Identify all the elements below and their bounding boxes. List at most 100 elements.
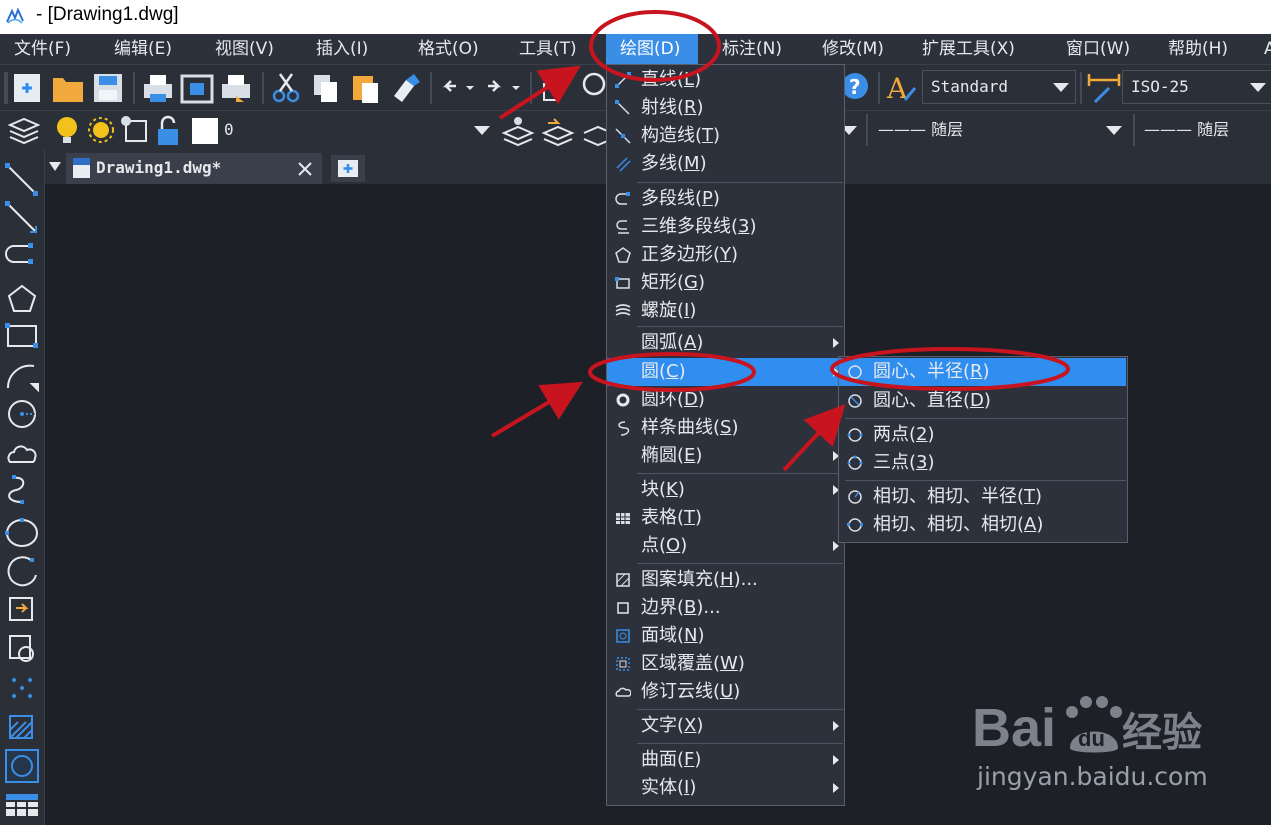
linetype-select[interactable]: ——— 随层 <box>874 116 1128 144</box>
layer-color-swatch[interactable] <box>192 118 218 144</box>
draw-menu-item-3d-polyline[interactable]: 三维多段线(3) <box>607 213 843 241</box>
menu-item-format[interactable]: 格式(O) <box>418 34 479 64</box>
layer-unlock-icon[interactable] <box>158 115 178 145</box>
new-file-icon[interactable] <box>14 74 40 102</box>
redo-icon[interactable] <box>488 80 520 92</box>
draw-menu-item-rectangle[interactable]: 矩形(G) <box>607 269 843 297</box>
circle-submenu-item-three-point[interactable]: 三点(3) <box>839 449 1126 477</box>
polygon-tool-icon[interactable] <box>7 284 37 312</box>
draw-menu-item-arc[interactable]: 圆弧(A) <box>607 329 843 357</box>
help-icon[interactable]: ? <box>843 73 868 99</box>
print-preview-icon[interactable] <box>180 74 214 104</box>
circle-submenu-item-center-diameter[interactable]: 圆心、直径(D) <box>839 387 1126 415</box>
menu-item-view[interactable]: 视图(V) <box>215 34 274 64</box>
circle-submenu-item-center-radius[interactable]: 圆心、半径(R) <box>839 358 1126 386</box>
layer-manager-icon[interactable] <box>7 117 41 145</box>
draw-menu-item-spline[interactable]: 样条曲线(S) <box>607 414 843 442</box>
draw-menu-item-label: 表格(T) <box>641 507 703 528</box>
draw-menu-item-ellipse[interactable]: 椭圆(E) <box>607 442 843 470</box>
layer-on-bulb-icon[interactable] <box>57 117 77 143</box>
match-properties-icon[interactable] <box>394 74 420 102</box>
circle-submenu-item-tan-tan-tan[interactable]: 相切、相切、相切(A) <box>839 511 1126 539</box>
menu-item-window[interactable]: 窗口(W) <box>1066 34 1130 64</box>
menu-separator <box>845 480 1126 481</box>
menu-item-modify[interactable]: 修改(M) <box>822 34 884 64</box>
rectangle-tool-icon[interactable] <box>5 323 38 348</box>
draw-menu-item-polyline[interactable]: 多段线(P) <box>607 185 843 213</box>
ray-tool-icon[interactable] <box>5 201 37 233</box>
menu-item-tools[interactable]: 工具(T) <box>519 34 577 64</box>
draw-menu-item-label: 多线(M) <box>641 153 707 174</box>
draw-menu-item-circle[interactable]: 圆(C) <box>607 358 843 386</box>
draw-menu-item-region[interactable]: 面域(N) <box>607 622 843 650</box>
menu-item-draw[interactable]: 绘图(D) <box>606 34 698 64</box>
menu-item-help[interactable]: 帮助(H) <box>1168 34 1228 64</box>
menu-item-edit[interactable]: 编辑(E) <box>114 34 172 64</box>
line-tool-icon[interactable] <box>5 163 38 196</box>
draw-menu-item-mline[interactable]: 多线(M) <box>607 150 843 178</box>
menu-item-file[interactable]: 文件(F) <box>14 34 71 64</box>
save-icon[interactable] <box>94 74 122 102</box>
copy-icon[interactable] <box>314 75 337 102</box>
draw-menu-item-point[interactable]: 点(O) <box>607 532 843 560</box>
hatch-tool-icon[interactable] <box>9 715 33 739</box>
draw-menu-item-block[interactable]: 块(K) <box>607 476 843 504</box>
make-block-tool-icon[interactable] <box>9 635 34 662</box>
insert-block-tool-icon[interactable] <box>9 597 33 621</box>
draw-menu-item-solid[interactable]: 实体(I) <box>607 774 843 802</box>
layer-select[interactable]: 0 <box>220 116 496 144</box>
ellipse-tool-icon[interactable] <box>5 518 38 547</box>
close-tab-icon[interactable] <box>297 161 313 177</box>
menu-item-insert[interactable]: 插入(I) <box>316 34 368 64</box>
draw-menu-item-table[interactable]: 表格(T) <box>607 504 843 532</box>
color-select[interactable] <box>841 116 863 144</box>
3d-polyline-icon <box>616 220 629 234</box>
draw-menu-item-boundary[interactable]: 边界(B)... <box>607 594 843 622</box>
open-folder-icon[interactable] <box>53 78 83 102</box>
circle-submenu-item-tan-tan-radius[interactable]: 相切、相切、半径(T) <box>839 483 1126 511</box>
draw-menu-item-donut[interactable]: 圆环(D) <box>607 386 843 414</box>
cut-icon[interactable] <box>272 73 300 103</box>
layer-freeze-sun-icon[interactable] <box>88 117 114 143</box>
layer-states-icon[interactable] <box>583 125 606 147</box>
point-tool-icon[interactable] <box>12 678 32 698</box>
layer-viewport-icon[interactable] <box>121 116 147 142</box>
circle-tool-icon[interactable] <box>8 400 36 428</box>
print-icon[interactable] <box>144 75 172 102</box>
layer-previous-icon[interactable] <box>541 118 575 147</box>
match-layer-icon[interactable] <box>501 117 535 147</box>
undo-icon[interactable] <box>442 80 474 92</box>
tab-list-chevron-icon[interactable] <box>49 162 61 171</box>
draw-menu-item-wipeout[interactable]: 区域覆盖(W) <box>607 650 843 678</box>
baidu-jingyan-watermark-logo: Bai du 经验 <box>972 696 1202 758</box>
spline-tool-icon[interactable] <box>8 475 25 504</box>
draw-menu-item-xline[interactable]: 构造线(T) <box>607 122 843 150</box>
lineweight-value: ——— 随层 <box>1144 120 1230 139</box>
arc-tool-icon[interactable] <box>6 364 39 393</box>
menu-item-extension-tools[interactable]: 扩展工具(X) <box>922 34 1015 64</box>
menu-item-dimension[interactable]: 标注(N) <box>722 34 782 64</box>
draw-menu-item-polygon[interactable]: 正多边形(Y) <box>607 241 843 269</box>
draw-menu-item-line[interactable]: 直线(L) <box>607 66 843 94</box>
draw-menu-item-hatch[interactable]: 图案填充(H)... <box>607 566 843 594</box>
zoom-realtime-icon[interactable] <box>582 72 606 96</box>
draw-menu-item-text[interactable]: 文字(X) <box>607 712 843 740</box>
menu-separator <box>637 473 843 474</box>
ellipse-arc-tool-icon[interactable] <box>7 556 37 587</box>
paste-icon[interactable] <box>353 76 378 103</box>
text-style-select[interactable]: Standard <box>922 70 1076 104</box>
draw-menu-item-revcloud[interactable]: 修订云线(U) <box>607 678 843 706</box>
revision-cloud-tool-icon[interactable] <box>7 445 37 463</box>
draw-menu-item-surface[interactable]: 曲面(F) <box>607 746 843 774</box>
table-tool-icon[interactable] <box>6 794 38 816</box>
polyline-tool-icon[interactable] <box>5 243 33 264</box>
publish-icon[interactable] <box>222 75 250 102</box>
dim-style-select[interactable]: ISO-25 <box>1122 70 1271 104</box>
draw-menu-item-helix[interactable]: 螺旋(I) <box>607 297 843 325</box>
menu-item-more[interactable]: A <box>1264 34 1271 64</box>
draw-menu-item-ray[interactable]: 射线(R) <box>607 94 843 122</box>
lineweight-select[interactable]: ——— 随层 <box>1140 116 1271 144</box>
circle-submenu-item-two-point[interactable]: 两点(2) <box>839 421 1126 449</box>
region-tool-icon[interactable] <box>5 749 39 783</box>
pan-hand-icon[interactable] <box>543 77 567 101</box>
